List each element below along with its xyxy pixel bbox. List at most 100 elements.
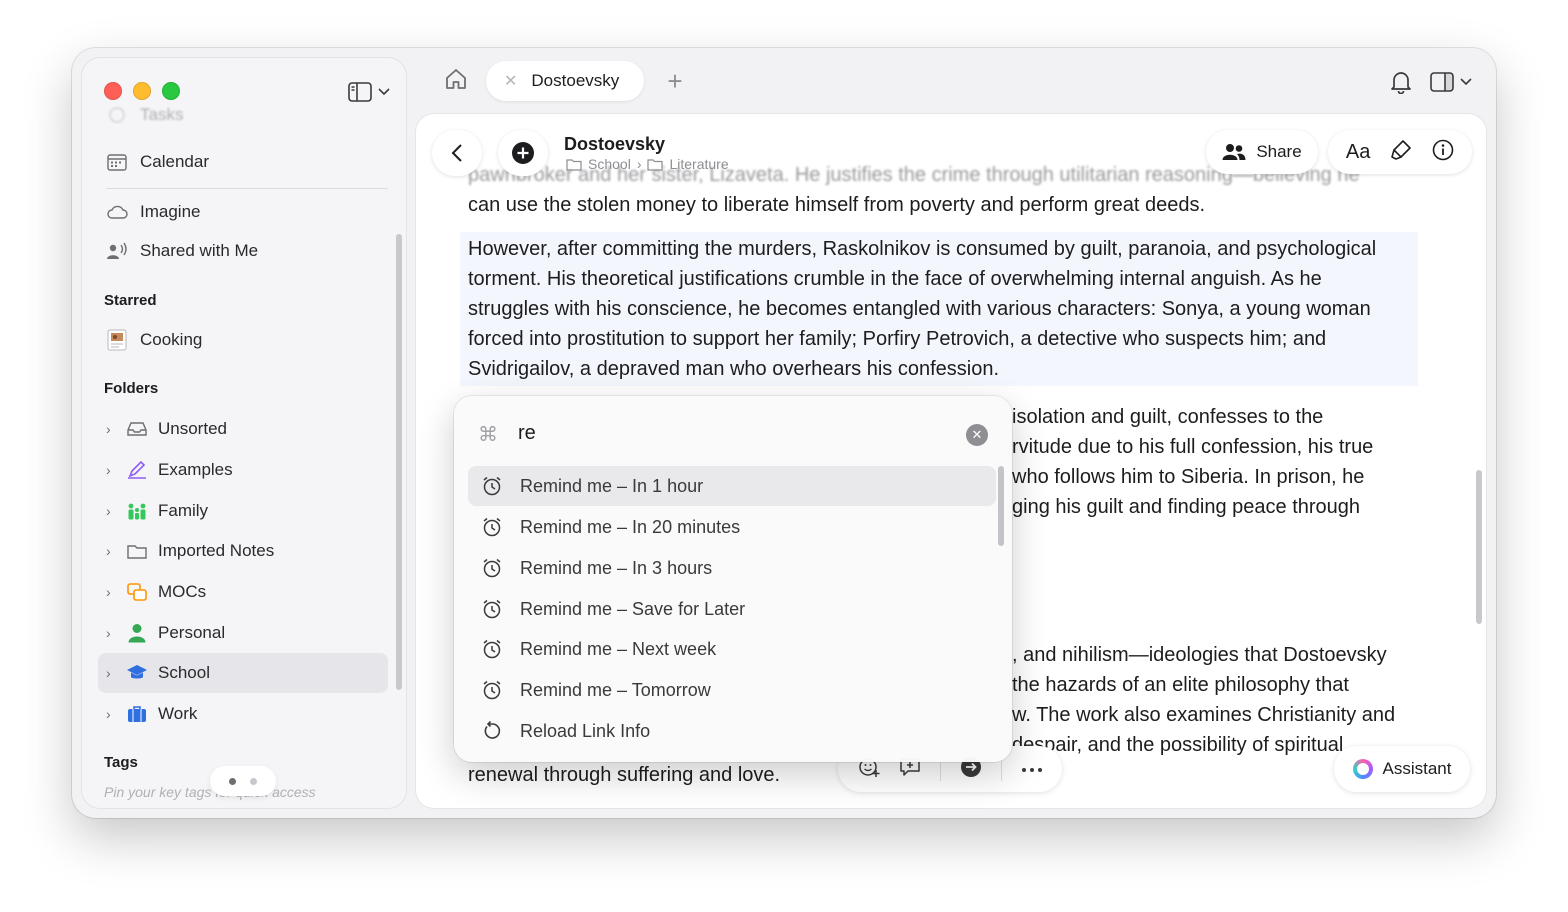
graduation-cap-icon [126,662,148,684]
tags-hint: Pin your key tags for quick access [104,784,316,800]
pager-dot-active[interactable] [229,777,236,785]
sidebar-layout-icon [348,82,372,102]
palette-item-reload-link-info[interactable]: Reload Link Info [468,711,996,751]
folder-label: School [158,663,210,682]
close-window-button[interactable] [104,82,122,100]
more-button[interactable] [1021,760,1043,778]
folder-school[interactable]: › School [98,653,388,693]
folder-mocs[interactable]: › MOCs [98,574,388,610]
home-icon [446,69,466,89]
clear-search-icon[interactable]: ✕ [966,424,988,446]
paragraph-line[interactable]: despair, and the possibility of spiritua… [1012,730,1342,760]
palette-item-label: Remind me – In 3 hours [520,557,713,578]
note-title: Dostoevsky [564,134,666,154]
info-button[interactable] [1432,139,1454,166]
new-note-button[interactable] [498,130,548,176]
highlighter-button[interactable] [1390,139,1412,166]
sidebar-item-label: Tasks [140,105,184,124]
paragraph-line[interactable]: , and nihilism—ideologies that Dostoevsk… [1012,640,1432,670]
palette-search-input[interactable] [518,418,938,448]
alarm-clock-icon [482,558,502,578]
home-button[interactable] [444,68,470,94]
palette-item-label: Remind me – Next week [520,638,717,659]
new-tab-button[interactable]: + [662,66,688,96]
alarm-clock-icon [482,476,502,496]
bell-icon [1391,72,1411,95]
paragraph-line[interactable]: w. The work also examines Christianity a… [1012,700,1432,730]
people-icon [1222,144,1246,160]
paragraph-line[interactable]: isolation and guilt, confesses to the [1012,402,1432,432]
tab-dostoevsky[interactable]: ✕ Dostoevsky [486,61,644,101]
close-tab-icon[interactable]: ✕ [504,71,517,91]
right-panel-toggle-button[interactable] [1430,70,1480,94]
paragraph-line[interactable]: rvitude due to his full confession, his … [1012,432,1432,462]
folder-label: Work [158,704,198,723]
chevron-right-icon[interactable]: › [106,665,120,681]
share-button[interactable]: Share [1206,130,1318,174]
paragraph-line[interactable]: can use the stolen money to liberate him… [468,190,1418,220]
sidebar-toggle-button[interactable] [348,80,398,104]
palette-item-label: Remind me – Save for Later [520,598,746,619]
sidebar-item-cooking[interactable]: Cooking [98,322,388,358]
share-label: Share [1256,142,1302,161]
command-key-icon: ⌘ [478,424,498,446]
cloud-icon [106,201,128,223]
command-palette: ⌘ ✕ Remind me – In 1 hour Remind me – In… [454,396,1012,762]
sidebar-item-shared-with-me[interactable]: Shared with Me [98,233,388,269]
sidebar-item-label: Imagine [140,202,201,221]
sidebar-pager[interactable] [210,766,276,796]
zoom-window-button[interactable] [162,82,180,100]
chevron-right-icon[interactable]: › [106,421,120,437]
window-controls [104,82,180,100]
back-button[interactable] [432,130,482,176]
chevron-right-icon[interactable]: › [106,543,120,559]
folder-examples[interactable]: › Examples [98,452,388,488]
folder-family[interactable]: › Family [98,493,388,529]
notifications-button[interactable] [1390,70,1414,95]
palette-item-remind-20-minutes[interactable]: Remind me – In 20 minutes [468,507,996,547]
chevron-right-icon[interactable]: › [106,625,120,641]
paragraph-line[interactable]: ging his guilt and finding peace through [1012,492,1432,522]
font-settings-button[interactable]: Aa [1346,141,1370,164]
palette-item-remind-tomorrow[interactable]: Remind me – Tomorrow [468,670,996,710]
sidebar-item-label: Shared with Me [140,241,259,260]
note-tools: Aa [1328,130,1472,174]
folder-label: Unsorted [158,419,227,438]
folder-personal[interactable]: › Personal [98,615,388,651]
folder-work[interactable]: › Work [98,696,388,732]
breadcrumb-item[interactable]: Literature [669,156,728,172]
paragraph-highlighted[interactable]: However, after committing the murders, R… [460,232,1418,386]
editor-scrollbar[interactable] [1476,470,1482,624]
briefcase-icon [126,703,148,725]
folder-imported-notes[interactable]: › Imported Notes [98,533,388,569]
sidebar-item-calendar[interactable]: Calendar [98,144,388,180]
chevron-right-icon[interactable]: › [106,584,120,600]
chevron-right-icon[interactable]: › [106,462,120,478]
paragraph-line[interactable]: renewal through suffering and love. [468,760,848,790]
minimize-window-button[interactable] [133,82,151,100]
folder-unsorted[interactable]: › Unsorted [98,411,388,447]
sidebar-item-tasks[interactable]: Tasks [98,104,388,126]
sidebar-scrollbar[interactable] [396,234,402,690]
chevron-right-icon[interactable]: › [106,706,120,722]
paragraph-line[interactable]: the hazards of an elite philosophy that [1012,670,1432,700]
chevron-down-icon [378,88,390,96]
assistant-button[interactable]: Assistant [1334,746,1470,792]
chevron-right-icon[interactable]: › [106,503,120,519]
pager-dot[interactable] [250,777,257,785]
breadcrumb-item[interactable]: School [588,156,631,172]
alarm-clock-icon [482,680,502,700]
mocs-icon [126,581,148,603]
divider [106,188,388,189]
palette-scrollbar[interactable] [998,466,1004,546]
paragraph-line[interactable]: who follows him to Siberia. In prison, h… [1012,462,1432,492]
person-icon [126,622,148,644]
palette-item-remind-next-week[interactable]: Remind me – Next week [468,629,996,669]
sidebar-item-imagine[interactable]: Imagine [98,194,388,230]
palette-item-remind-save-for-later[interactable]: Remind me – Save for Later [468,589,996,629]
palette-item-remind-3-hours[interactable]: Remind me – In 3 hours [468,548,996,588]
folder-icon [566,158,582,171]
chevron-left-icon [451,144,462,162]
sidebar-item-label: Calendar [140,152,209,171]
palette-item-remind-1-hour[interactable]: Remind me – In 1 hour [468,466,996,506]
